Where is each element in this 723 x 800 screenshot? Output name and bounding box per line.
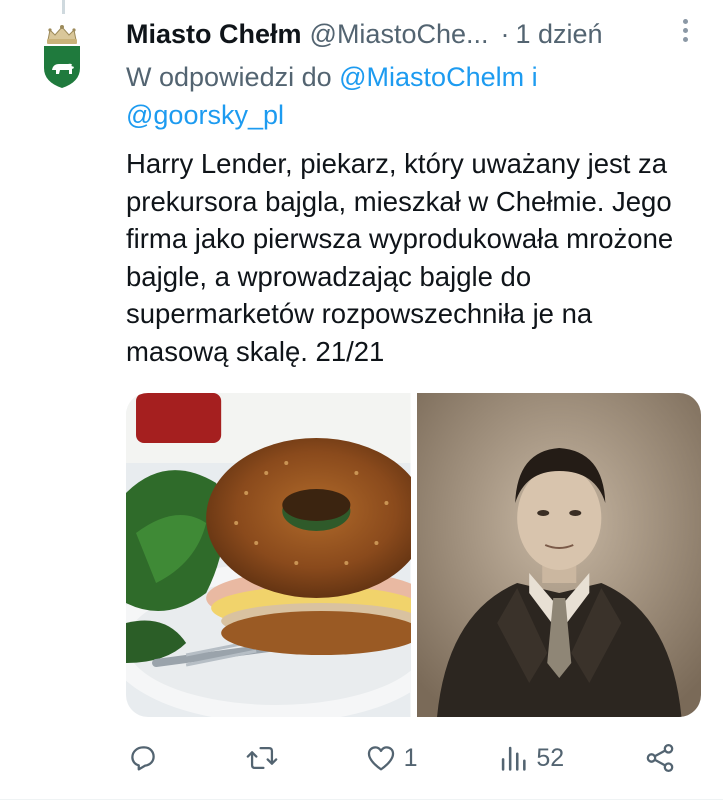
reply-to-line: W odpowiedzi do @MiastoChelm i @goorsky_… bbox=[126, 58, 686, 134]
tweet-card[interactable]: Miasto Chełm @MiastoChe... · 1 dzień W o… bbox=[0, 0, 723, 800]
like-count: 1 bbox=[403, 743, 418, 772]
mention-link-goorsky[interactable]: @goorsky_pl bbox=[126, 100, 284, 130]
timestamp[interactable]: 1 dzień bbox=[516, 19, 603, 50]
retweet-icon bbox=[246, 746, 278, 770]
mention-link-miastochelm[interactable]: @MiastoChelm bbox=[339, 62, 524, 92]
share-button[interactable] bbox=[643, 741, 683, 775]
author-name[interactable]: Miasto Chełm bbox=[126, 19, 302, 50]
heart-icon bbox=[367, 746, 394, 771]
tweet-header: Miasto Chełm @MiastoChe... · 1 dzień bbox=[126, 14, 703, 54]
coat-of-arms-icon bbox=[44, 25, 80, 88]
avatar[interactable] bbox=[30, 20, 94, 92]
views-count: 52 bbox=[536, 743, 565, 772]
vintage-portrait-photo[interactable] bbox=[416, 393, 701, 717]
mention-conjunction: i bbox=[531, 62, 538, 92]
retweet-button[interactable] bbox=[245, 741, 285, 775]
thread-connector-line bbox=[62, 0, 65, 14]
tweet-text: Harry Lender, piekarz, który uważany jes… bbox=[126, 148, 674, 367]
like-button[interactable]: 1 bbox=[364, 741, 418, 775]
reply-icon bbox=[131, 746, 155, 771]
bagel-sandwich-photo[interactable] bbox=[126, 393, 411, 717]
media-grid bbox=[126, 393, 701, 717]
views-chart-icon bbox=[502, 746, 526, 771]
separator-dot: · bbox=[500, 18, 510, 49]
share-icon bbox=[646, 743, 674, 773]
views-button[interactable]: 52 bbox=[496, 741, 564, 775]
reply-prefix: W odpowiedzi do bbox=[126, 62, 332, 92]
reply-button[interactable] bbox=[126, 741, 166, 775]
action-bar: 1 52 bbox=[126, 736, 683, 780]
more-options-icon[interactable] bbox=[675, 16, 695, 50]
author-handle[interactable]: @MiastoChe... bbox=[310, 19, 489, 50]
